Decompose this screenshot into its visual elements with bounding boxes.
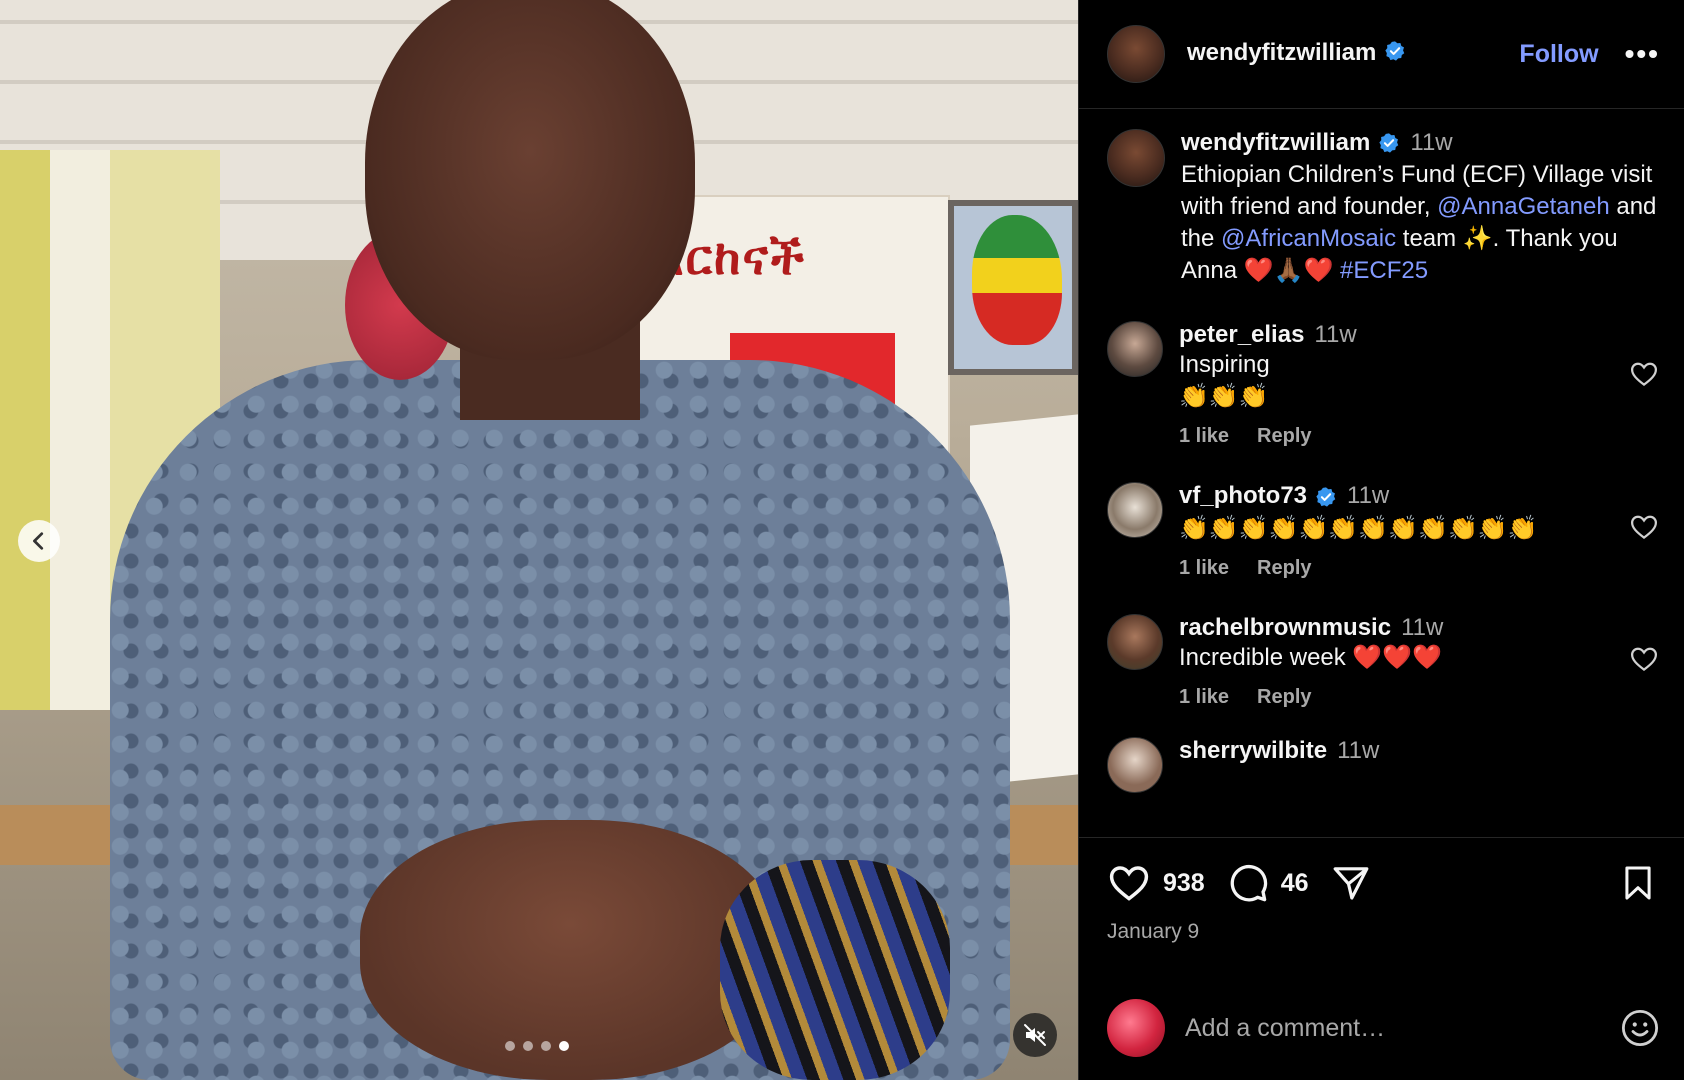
comment-username[interactable]: rachelbrownmusic (1179, 614, 1391, 641)
comment-bubble-icon[interactable] (1227, 862, 1269, 904)
post-modal: እርከናች wendyfitzwilliam Follow ••• wendyf… (0, 0, 1684, 1080)
follow-button[interactable]: Follow (1519, 40, 1598, 69)
reply-button[interactable]: Reply (1257, 686, 1311, 708)
comment-timestamp[interactable]: 11w (1314, 321, 1356, 348)
carousel-dot[interactable] (505, 1041, 515, 1051)
like-heart-icon[interactable] (1107, 861, 1151, 905)
comment-username[interactable]: sherrywilbite (1179, 737, 1327, 764)
person-bracelets (720, 860, 950, 1080)
comment-text: 👏👏👏👏👏👏👏👏👏👏👏👏 (1179, 514, 1538, 542)
comment-body: sherrywilbite 11w (1179, 737, 1665, 793)
comment-meta: 1 like Reply (1179, 425, 1665, 448)
comment-text: 👏👏👏 (1179, 383, 1269, 411)
share-paper-plane-icon[interactable] (1331, 863, 1371, 903)
comment-timestamp[interactable]: 11w (1347, 482, 1389, 509)
comment-like-heart-icon[interactable] (1629, 512, 1659, 547)
carousel-dot[interactable] (541, 1041, 551, 1051)
comment-timestamp[interactable]: 11w (1337, 737, 1379, 764)
chevron-left-icon (33, 532, 44, 550)
post-media-video[interactable]: እርከናች (0, 0, 1078, 1080)
speaker-muted-icon (1024, 1024, 1046, 1046)
comment-timestamp[interactable]: 11w (1401, 614, 1443, 641)
likes-count[interactable]: 938 (1163, 869, 1205, 898)
hashtag-link[interactable]: #ECF25 (1340, 257, 1428, 284)
post-side-panel: wendyfitzwilliam Follow ••• wendyfitzwil… (1078, 0, 1684, 1080)
comment-username[interactable]: vf_photo73 (1179, 482, 1307, 509)
comment-body: vf_photo73 11w 👏👏👏👏👏👏👏👏👏👏👏👏 1 like Reply (1179, 482, 1665, 579)
bookmark-icon[interactable] (1619, 863, 1657, 903)
comment-text: Inspiring (1179, 351, 1270, 379)
comment-item: sherrywilbite 11w (1107, 736, 1665, 793)
caption-timestamp[interactable]: 11w (1410, 129, 1452, 156)
verified-badge-icon (1378, 132, 1400, 159)
mention-link[interactable]: @AnnaGetaneh (1437, 193, 1610, 220)
comments-list[interactable]: wendyfitzwilliam 11w Ethiopian Children’s… (1079, 109, 1684, 837)
reply-button[interactable]: Reply (1257, 425, 1311, 447)
author-avatar[interactable] (1107, 129, 1165, 187)
commenter-avatar[interactable] (1107, 321, 1163, 378)
comment-body: peter_elias 11w Inspiring 👏👏👏 1 like Reply (1179, 321, 1665, 448)
caption-username[interactable]: wendyfitzwilliam (1181, 129, 1370, 156)
commenter-avatar[interactable] (1107, 613, 1163, 670)
comment-meta: 1 like Reply (1179, 686, 1665, 709)
mention-link[interactable]: @AfricanMosaic (1221, 225, 1396, 252)
commenter-avatar[interactable] (1107, 482, 1163, 539)
comment-body: rachelbrownmusic 11w Incredible week ❤️❤️… (1179, 614, 1665, 709)
carousel-dot-active[interactable] (559, 1041, 569, 1051)
carousel-dots (505, 1041, 569, 1051)
comment-like-heart-icon[interactable] (1629, 644, 1659, 679)
reply-button[interactable]: Reply (1257, 557, 1311, 579)
author-username-text[interactable]: wendyfitzwilliam (1187, 39, 1376, 66)
author-avatar[interactable] (1107, 25, 1165, 83)
comment-item: peter_elias 11w Inspiring 👏👏👏 1 like Reply (1107, 321, 1665, 448)
comment-item: rachelbrownmusic 11w Incredible week ❤️❤️… (1107, 613, 1665, 709)
comment-likes-count[interactable]: 1 like (1179, 425, 1229, 447)
mute-button[interactable] (1013, 1013, 1057, 1057)
post-caption: wendyfitzwilliam 11w Ethiopian Children’s… (1107, 129, 1665, 287)
post-date[interactable]: January 9 (1107, 920, 1657, 944)
comment-likes-count[interactable]: 1 like (1179, 686, 1229, 708)
comment-username[interactable]: peter_elias (1179, 321, 1304, 348)
verified-badge-icon (1384, 40, 1406, 69)
person-hands (360, 820, 780, 1080)
verified-badge-icon (1315, 486, 1337, 513)
post-actions: 938 46 January 9 (1079, 837, 1684, 944)
caption-text: Ethiopian Children’s Fund (ECF) Village … (1181, 159, 1665, 287)
emoji-smiley-icon[interactable] (1619, 1007, 1661, 1049)
more-options-button[interactable]: ••• (1625, 38, 1660, 70)
carousel-prev-button[interactable] (18, 520, 60, 562)
add-comment-input[interactable] (1185, 1013, 1619, 1043)
carousel-dot[interactable] (523, 1041, 533, 1051)
post-header: wendyfitzwilliam Follow ••• (1079, 0, 1684, 109)
comment-likes-count[interactable]: 1 like (1179, 557, 1229, 579)
comment-item: vf_photo73 11w 👏👏👏👏👏👏👏👏👏👏👏👏 1 like Reply (1107, 482, 1665, 579)
speaker-person (80, 0, 1010, 1080)
comment-text: Incredible week ❤️❤️❤️ (1179, 643, 1443, 671)
current-user-avatar[interactable] (1107, 999, 1165, 1057)
person-head (365, 0, 695, 360)
action-row: 938 46 (1107, 858, 1657, 908)
add-comment-bar (1079, 990, 1684, 1066)
author-username[interactable]: wendyfitzwilliam (1187, 39, 1406, 68)
comment-meta: 1 like Reply (1179, 557, 1665, 580)
commenter-avatar[interactable] (1107, 736, 1163, 793)
comment-like-heart-icon[interactable] (1629, 359, 1659, 394)
comments-count[interactable]: 46 (1281, 869, 1309, 898)
caption-body: wendyfitzwilliam 11w Ethiopian Children’s… (1181, 129, 1665, 287)
